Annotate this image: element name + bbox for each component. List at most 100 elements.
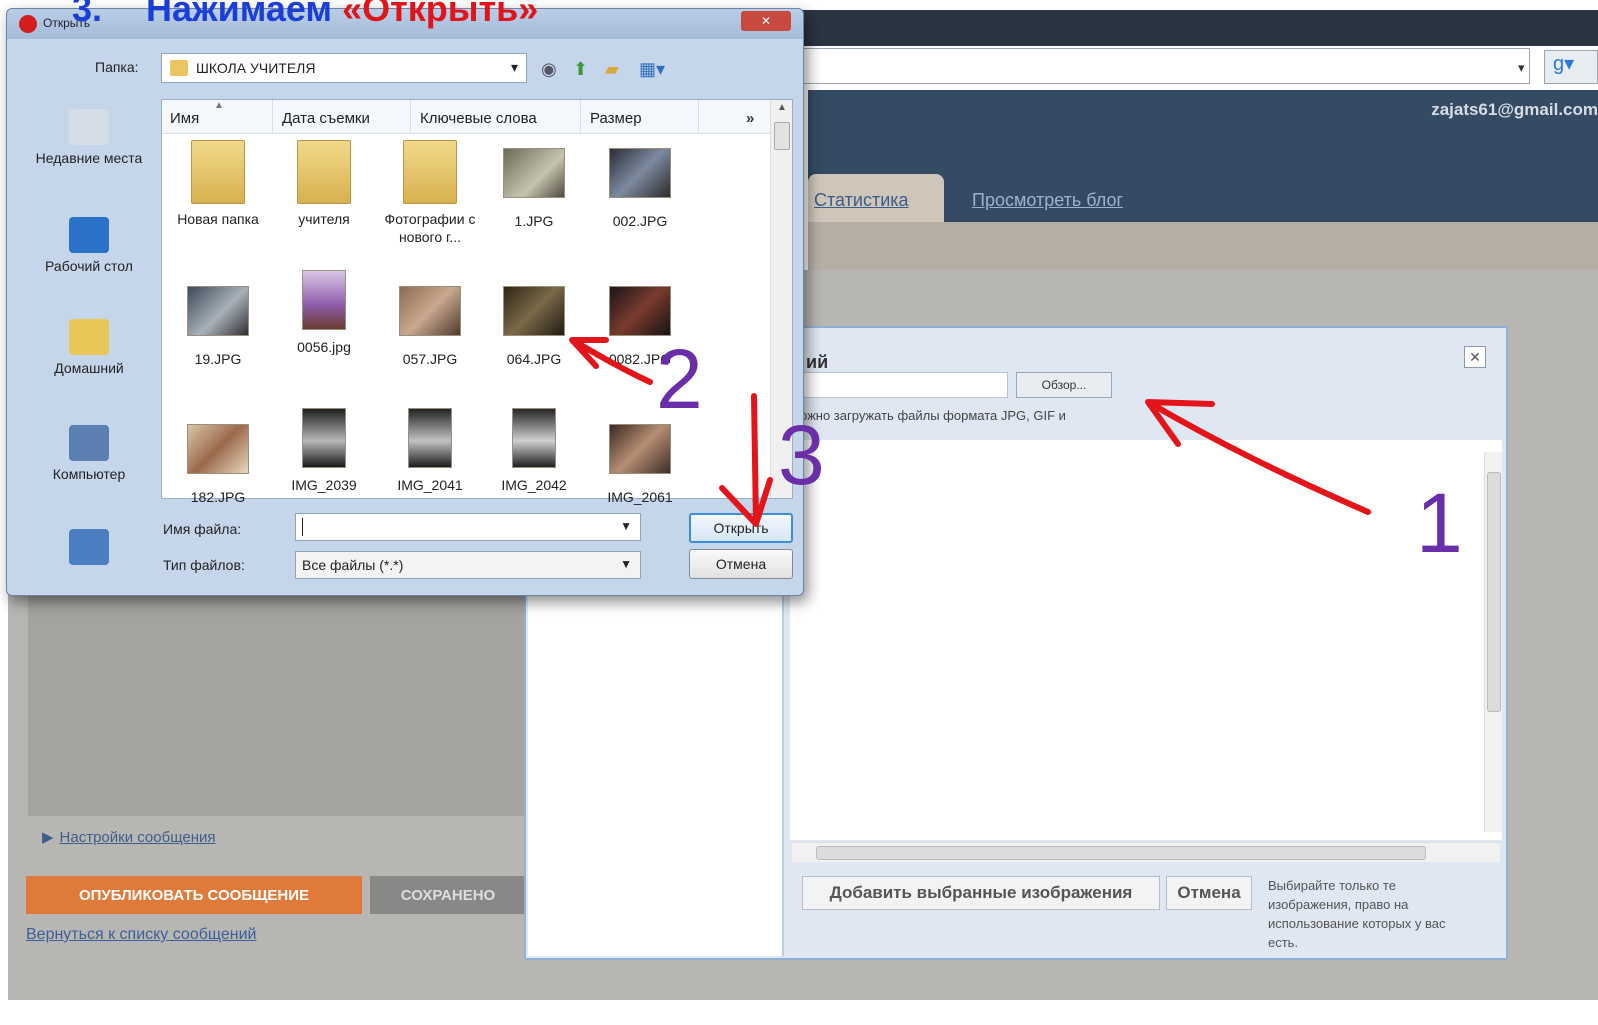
- scrollbar-thumb[interactable]: [1487, 472, 1501, 712]
- place-network[interactable]: [21, 529, 157, 569]
- file-name: 19.JPG: [194, 351, 242, 367]
- column-size[interactable]: Размер: [590, 110, 642, 127]
- file-name: IMG_2039: [291, 477, 357, 493]
- file-item[interactable]: 057.JPG: [378, 278, 482, 368]
- place-desktop[interactable]: Рабочий стол: [21, 217, 157, 275]
- chevron-down-icon[interactable]: ▼: [620, 557, 632, 571]
- tab-statistics-label[interactable]: Статистика: [814, 190, 909, 211]
- more-columns-icon[interactable]: »: [746, 110, 754, 127]
- scrollbar-thumb[interactable]: [774, 122, 790, 150]
- place-computer[interactable]: Компьютер: [21, 425, 157, 483]
- folder-icon: [403, 140, 457, 204]
- folder-label: Папка:: [95, 59, 139, 75]
- upload-file-input[interactable]: [792, 372, 1008, 398]
- back-icon[interactable]: ◉: [541, 59, 557, 80]
- filename-input[interactable]: ▼: [295, 513, 641, 541]
- file-item[interactable]: IMG_2061: [588, 416, 692, 506]
- column-headers: Имя ▲ Дата съемки Ключевые слова Размер …: [162, 100, 774, 134]
- post-settings-toggle[interactable]: ▶ Настройки сообщения: [42, 828, 216, 846]
- scrollbar-thumb[interactable]: [816, 846, 1426, 860]
- file-name: 0056.jpg: [297, 339, 351, 355]
- desktop-icon: [69, 217, 109, 253]
- open-file-dialog: Открыть ✕ Папка: ШКОЛА УЧИТЕЛЯ ▾ ◉ ⬆ ▰ ▦…: [6, 8, 804, 596]
- scroll-up-icon[interactable]: ▲: [777, 102, 787, 113]
- place-label: Рабочий стол: [45, 258, 133, 274]
- file-name: учителя: [298, 211, 350, 227]
- photo-thumbnail: [503, 148, 565, 198]
- file-name: IMG_2042: [501, 477, 567, 493]
- column-date-taken[interactable]: Дата съемки: [282, 110, 370, 127]
- filename-label: Имя файла:: [163, 521, 242, 537]
- filetype-select[interactable]: Все файлы (*.*) ▼: [295, 551, 641, 579]
- file-name: 002.JPG: [612, 213, 668, 229]
- address-bar[interactable]: [800, 48, 1530, 84]
- column-divider[interactable]: [272, 100, 273, 134]
- headline-quoted-action: «Открыть»: [342, 0, 539, 29]
- file-name: IMG_2041: [397, 477, 463, 493]
- photo-thumbnail: [399, 286, 461, 336]
- file-item[interactable]: 0082.JPG: [588, 278, 692, 368]
- tab-view-blog[interactable]: Просмотреть блог: [972, 190, 1123, 211]
- network-icon: [69, 529, 109, 565]
- file-item[interactable]: 1.JPG: [482, 140, 586, 230]
- place-label: Домашний: [54, 360, 124, 376]
- file-item[interactable]: 002.JPG: [588, 140, 692, 230]
- file-item[interactable]: IMG_2039: [272, 408, 376, 494]
- file-item[interactable]: Новая папка: [166, 140, 270, 228]
- post-settings-link[interactable]: Настройки сообщения: [60, 829, 216, 846]
- place-recent[interactable]: Недавние места: [21, 109, 157, 167]
- file-item[interactable]: учителя: [272, 140, 376, 228]
- folder-select[interactable]: ШКОЛА УЧИТЕЛЯ ▾: [161, 53, 527, 83]
- horizontal-scrollbar[interactable]: [792, 842, 1500, 862]
- column-name[interactable]: Имя: [170, 110, 199, 127]
- upload-cancel-button[interactable]: Отмена: [1166, 876, 1252, 910]
- upload-hint: ожно загружать файлы формата JPG, GIF и: [800, 408, 1066, 423]
- file-name: Новая папка: [177, 211, 259, 227]
- sort-arrow-icon: ▲: [214, 100, 224, 111]
- place-home[interactable]: Домашний: [21, 319, 157, 377]
- browse-button[interactable]: Обзор...: [1016, 372, 1112, 398]
- file-item[interactable]: Фотографии с нового г...: [378, 140, 482, 246]
- file-item[interactable]: 064.JPG: [482, 278, 586, 368]
- address-dropdown-icon[interactable]: ▾: [1518, 60, 1525, 76]
- views-menu-icon[interactable]: ▦▾: [639, 59, 665, 80]
- folder-icon: [191, 140, 245, 204]
- new-folder-icon[interactable]: ▰: [605, 59, 619, 80]
- vertical-scrollbar[interactable]: [1484, 452, 1502, 832]
- user-email: zajats61@gmail.com: [1431, 100, 1598, 119]
- google-icon[interactable]: g▾: [1544, 50, 1598, 84]
- opera-icon: [19, 15, 37, 33]
- place-label: Компьютер: [52, 466, 126, 482]
- instruction-headline: 3. Нажимаем «Открыть»: [72, 0, 538, 30]
- back-to-posts-link[interactable]: Вернуться к списку сообщений: [26, 926, 256, 944]
- photo-thumbnail: [503, 286, 565, 336]
- file-item[interactable]: 19.JPG: [166, 278, 270, 368]
- column-keywords[interactable]: Ключевые слова: [420, 110, 537, 127]
- tab-statistics[interactable]: Статистика: [808, 174, 944, 222]
- recent-places-icon: [69, 109, 109, 145]
- chevron-down-icon[interactable]: ▼: [620, 519, 632, 533]
- add-selected-images-button[interactable]: Добавить выбранные изображения: [802, 876, 1160, 910]
- computer-icon: [69, 425, 109, 461]
- file-name: 182.JPG: [190, 489, 246, 505]
- file-item[interactable]: IMG_2042: [482, 408, 586, 494]
- chevron-down-icon[interactable]: ▾: [511, 59, 518, 76]
- publish-button[interactable]: ОПУБЛИКОВАТЬ СООБЩЕНИЕ: [26, 876, 362, 914]
- vertical-scrollbar[interactable]: ▲: [770, 100, 792, 498]
- column-divider[interactable]: [410, 100, 411, 134]
- toolbar-strip: [808, 222, 1598, 270]
- column-divider[interactable]: [580, 100, 581, 134]
- cancel-button[interactable]: Отмена: [689, 549, 793, 579]
- post-editor: [28, 590, 528, 816]
- file-item[interactable]: 0056.jpg: [272, 270, 376, 356]
- open-button[interactable]: Открыть: [689, 513, 793, 543]
- close-icon[interactable]: ✕: [741, 11, 791, 31]
- expand-triangle-icon: ▶: [42, 829, 54, 846]
- saved-button[interactable]: СОХРАНЕНО: [370, 876, 526, 914]
- file-item[interactable]: IMG_2041: [378, 408, 482, 494]
- column-divider[interactable]: [698, 100, 699, 134]
- close-icon[interactable]: ✕: [1464, 346, 1486, 368]
- up-folder-icon[interactable]: ⬆: [573, 59, 588, 80]
- file-item[interactable]: 182.JPG: [166, 416, 270, 506]
- file-name: IMG_2061: [607, 489, 673, 505]
